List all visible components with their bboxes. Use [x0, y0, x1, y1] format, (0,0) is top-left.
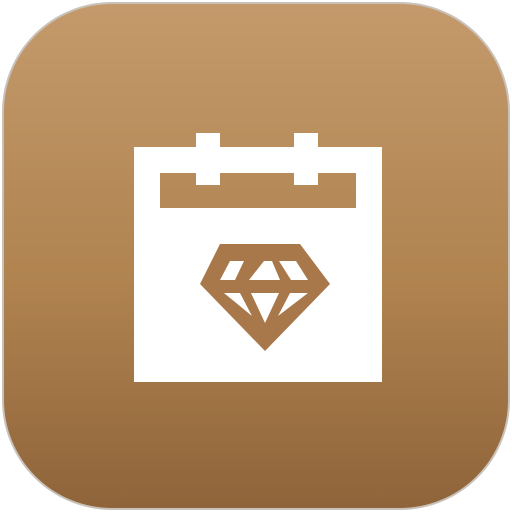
calendar-ring-right [294, 133, 318, 185]
calendar-ring-left [196, 133, 220, 185]
calendar-diamond-icon [134, 133, 382, 382]
app-icon[interactable] [2, 2, 510, 510]
